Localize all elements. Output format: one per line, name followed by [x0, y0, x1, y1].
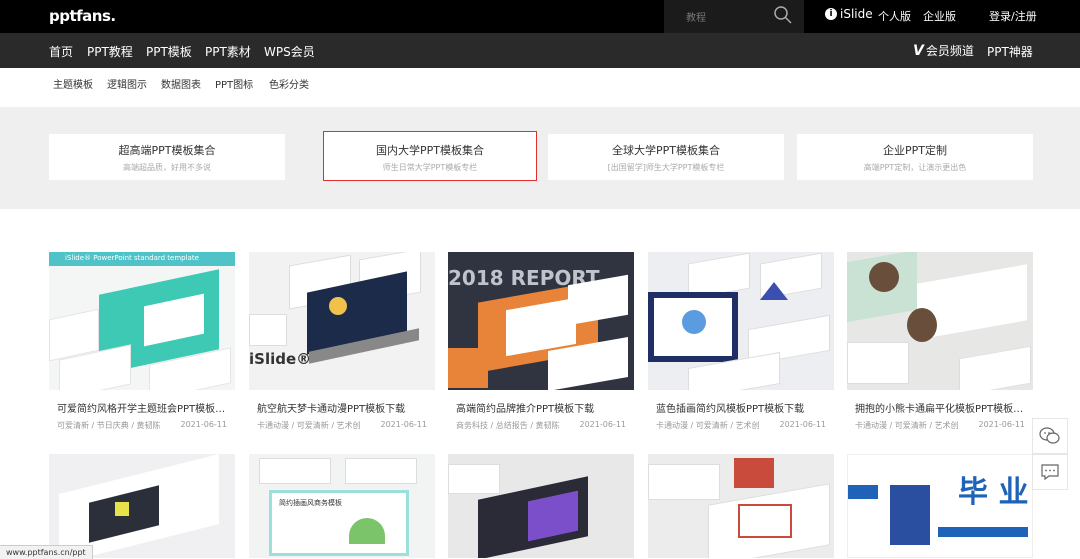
- chat-icon: [1041, 464, 1059, 481]
- islide-logo-icon: i: [825, 8, 837, 20]
- card-date: 2021-06-11: [380, 420, 428, 429]
- personal-edition-link[interactable]: 个人版: [878, 8, 911, 24]
- template-thumbnail[interactable]: [648, 252, 834, 390]
- card-tags: 可爱清新 / 节日庆典 / 黄韧陈: [57, 421, 161, 430]
- card-title[interactable]: 航空航天梦卡通动漫PPT模板下载: [257, 400, 433, 415]
- thumbnail-caption: 简约插画风商务模板: [279, 499, 342, 507]
- wechat-icon: [1039, 427, 1060, 444]
- subnav-color[interactable]: 色彩分类: [269, 76, 309, 91]
- collection-desc: 高端超品质，好用不多说: [123, 163, 211, 172]
- nav-home[interactable]: 首页: [49, 43, 73, 60]
- card-date: 2021-06-11: [180, 420, 228, 429]
- collection-title: 超高端PPT模板集合: [118, 144, 216, 157]
- thumbnail-caption: 2018 REPORT: [448, 266, 600, 290]
- nav-ppt-tutorial[interactable]: PPT教程: [87, 43, 133, 60]
- collection-enterprise-custom[interactable]: 企业PPT定制 高端PPT定制，让演示更出色: [797, 134, 1033, 180]
- feedback-button[interactable]: [1032, 454, 1068, 490]
- nav-ppt-template[interactable]: PPT模板: [146, 43, 192, 60]
- card-tags: 卡通动漫 / 可爱清新 / 艺术创: [257, 421, 361, 430]
- vip-v-icon: V: [913, 42, 924, 59]
- thumbnail-caption: iSlide® PowerPoint standard template: [65, 254, 199, 262]
- card-title[interactable]: 蓝色插画简约风模板PPT模板下载: [656, 400, 832, 415]
- template-thumbnail[interactable]: 简约插画风商务模板: [249, 454, 435, 558]
- nav-wps-vip[interactable]: WPS会员: [264, 43, 315, 60]
- vip-label: 会员频道: [925, 44, 974, 58]
- collection-global-university[interactable]: 全球大学PPT模板集合 [出国留学]师生大学PPT模板专栏: [548, 134, 784, 180]
- top-bar: [0, 0, 1080, 33]
- template-thumbnail[interactable]: iSlide®: [249, 252, 435, 390]
- ppt-tool-link[interactable]: PPT神器: [987, 43, 1033, 60]
- card-date: 2021-06-11: [779, 420, 827, 429]
- islide-link[interactable]: i iSlide: [825, 7, 873, 21]
- template-thumbnail[interactable]: [847, 252, 1033, 390]
- collection-desc: 师生日常大学PPT模板专栏: [382, 163, 478, 172]
- site-logo[interactable]: pptfans.: [49, 7, 116, 25]
- collection-domestic-university[interactable]: 国内大学PPT模板集合 师生日常大学PPT模板专栏: [323, 131, 537, 181]
- thumbnail-caption: iSlide®: [249, 350, 312, 368]
- subnav-icon[interactable]: PPT图标: [215, 76, 253, 91]
- card-tags: 商务科技 / 总结报告 / 黄韧陈: [456, 421, 560, 430]
- subnav-theme[interactable]: 主题模板: [53, 76, 93, 91]
- collection-desc: [出国留学]师生大学PPT模板专栏: [607, 163, 725, 172]
- collection-premium[interactable]: 超高端PPT模板集合 高端超品质，好用不多说: [49, 134, 285, 180]
- template-thumbnail[interactable]: iSlide® PowerPoint standard template: [49, 252, 235, 390]
- search-placeholder: 教程: [686, 13, 706, 24]
- collection-title: 全球大学PPT模板集合: [612, 144, 720, 157]
- collection-title: 企业PPT定制: [883, 144, 947, 157]
- thumbnail-caption: 毕 业: [958, 475, 1029, 510]
- card-tags: 卡通动漫 / 可爱清新 / 艺术创: [855, 421, 959, 430]
- status-url: www.pptfans.cn/ppt: [0, 545, 93, 559]
- card-title[interactable]: 高端简约品牌推介PPT模板下载: [456, 400, 632, 415]
- nav-ppt-material[interactable]: PPT素材: [205, 43, 251, 60]
- vip-channel-link[interactable]: V 会员频道: [913, 42, 974, 59]
- card-title[interactable]: 拥抱的小熊卡通扁平化模板PPT模板…: [855, 400, 1031, 415]
- card-title[interactable]: 可爱简约风格开学主题班会PPT模板…: [57, 400, 233, 415]
- card-tags: 卡通动漫 / 可爱清新 / 艺术创: [656, 421, 760, 430]
- template-thumbnail[interactable]: [648, 454, 834, 558]
- collection-desc: 高端PPT定制，让演示更出色: [863, 163, 967, 172]
- card-date: 2021-06-11: [978, 420, 1026, 429]
- subnav-chart[interactable]: 数据图表: [161, 76, 201, 91]
- template-thumbnail[interactable]: [448, 454, 634, 558]
- search-icon[interactable]: [773, 5, 793, 25]
- card-date: 2021-06-11: [579, 420, 627, 429]
- wechat-button[interactable]: [1032, 418, 1068, 454]
- enterprise-edition-link[interactable]: 企业版: [923, 8, 956, 24]
- template-thumbnail[interactable]: 2018 REPORT: [448, 252, 634, 390]
- subnav-logic[interactable]: 逻辑图示: [107, 76, 147, 91]
- template-thumbnail[interactable]: 毕 业: [847, 454, 1033, 558]
- login-link[interactable]: 登录/注册: [989, 8, 1037, 24]
- collection-title: 国内大学PPT模板集合: [376, 144, 484, 157]
- islide-label: iSlide: [840, 7, 873, 21]
- template-thumbnail[interactable]: [49, 454, 235, 558]
